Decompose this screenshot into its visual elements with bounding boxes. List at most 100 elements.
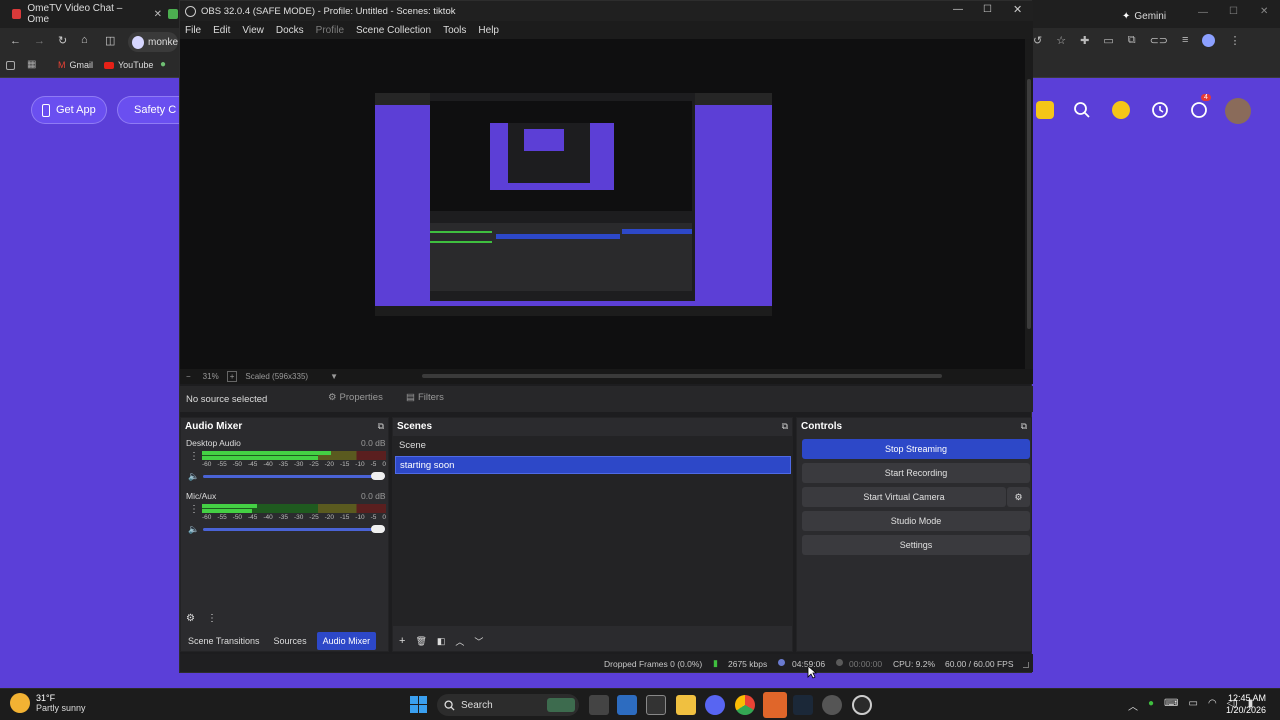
messages-icon[interactable]: 4 xyxy=(1187,94,1211,122)
wifi-icon[interactable]: ◠ xyxy=(1208,698,1217,713)
menu-edit[interactable]: Edit xyxy=(213,25,230,36)
zoom-out-icon[interactable]: − xyxy=(186,372,191,381)
browser-tab-ometv[interactable]: OmeTV Video Chat – Ome ✕ xyxy=(12,3,162,25)
search-icon[interactable] xyxy=(1070,98,1094,122)
maximize-browser-icon[interactable]: ☐ xyxy=(1229,6,1238,17)
translate-icon[interactable]: ⧉ xyxy=(1128,34,1136,47)
emoji-icon[interactable] xyxy=(1109,98,1133,122)
volume-slider[interactable] xyxy=(203,528,385,531)
bookmark-gmail[interactable]: M Gmail xyxy=(58,60,93,70)
store-icon[interactable] xyxy=(646,695,666,715)
menu-file[interactable]: File xyxy=(185,25,201,36)
tab-audio-mixer[interactable]: Audio Mixer xyxy=(316,631,377,650)
taskbar-search[interactable]: Search xyxy=(437,694,579,716)
menu-tools[interactable]: Tools xyxy=(443,25,466,36)
safety-center-button[interactable]: Safety C xyxy=(117,96,179,124)
bookmark-youtube[interactable]: YouTube xyxy=(104,60,153,70)
extensions-icon[interactable]: ✚ xyxy=(1080,34,1089,47)
weather-widget[interactable]: 31°F Partly sunny xyxy=(10,693,86,713)
settings-gear-icon[interactable] xyxy=(822,695,842,715)
mic-icon[interactable]: ● xyxy=(1148,698,1154,713)
history-icon[interactable]: ↺ xyxy=(1033,34,1042,47)
discord-icon[interactable] xyxy=(705,695,725,715)
task-view-icon[interactable] xyxy=(589,695,609,715)
tab-sources[interactable]: Sources xyxy=(268,632,313,650)
preview-vertical-scrollbar[interactable] xyxy=(1025,39,1033,369)
filters-button[interactable]: ▤ Filters xyxy=(406,392,444,403)
move-up-icon[interactable]: ︿ xyxy=(455,635,464,648)
bookmark-star-icon[interactable]: ☆ xyxy=(1056,34,1066,47)
tray-chevron-icon[interactable]: ︿ xyxy=(1128,698,1138,713)
clock[interactable]: 12:45 AM 1/20/2026 xyxy=(1226,692,1266,716)
obs-minimize-icon[interactable]: — xyxy=(953,4,963,15)
zoom-in-icon[interactable]: + xyxy=(226,371,238,382)
history-clock-icon[interactable] xyxy=(1148,98,1172,122)
coins-icon[interactable] xyxy=(1033,98,1057,122)
file-explorer-icon[interactable] xyxy=(676,695,696,715)
scrollbar-thumb[interactable] xyxy=(1027,79,1031,329)
scene-filter-icon[interactable]: ◧ xyxy=(437,636,446,647)
menu-docks[interactable]: Docks xyxy=(276,25,304,36)
volume-slider[interactable] xyxy=(203,475,385,478)
bookmark-maps-icon[interactable]: ● xyxy=(160,59,166,70)
minimize-browser-icon[interactable]: — xyxy=(1198,7,1208,18)
horizontal-scrollbar[interactable] xyxy=(422,374,942,378)
reload-icon[interactable]: ↻ xyxy=(58,34,67,47)
sidebar-toggle-icon[interactable] xyxy=(6,61,15,70)
scene-item[interactable]: Scene xyxy=(393,436,792,454)
scene-item-selected[interactable]: starting soon xyxy=(395,456,791,474)
forward-icon[interactable]: → xyxy=(34,35,45,47)
stop-streaming-button[interactable]: Stop Streaming xyxy=(802,439,1030,459)
menu-scene-collection[interactable]: Scene Collection xyxy=(356,25,431,36)
back-icon[interactable]: ← xyxy=(10,35,21,47)
reading-list-icon[interactable]: ≡ xyxy=(1182,34,1188,47)
steam-icon[interactable] xyxy=(793,695,813,715)
tab-scene-transitions[interactable]: Scene Transitions xyxy=(184,632,264,650)
zoom-dropdown-icon[interactable]: ▼ xyxy=(330,372,338,381)
channel-menu-icon[interactable]: ⋮ xyxy=(189,504,199,515)
start-button[interactable] xyxy=(410,696,427,713)
home-icon[interactable]: ⌂ xyxy=(81,34,88,46)
mixer-menu-icon[interactable]: ⋮ xyxy=(207,613,217,624)
properties-button[interactable]: ⚙ Properties xyxy=(328,392,383,403)
chrome-icon[interactable] xyxy=(735,695,755,715)
start-virtual-camera-button[interactable]: Start Virtual Camera xyxy=(802,487,1006,507)
gemini-button[interactable]: ✦ Gemini xyxy=(1122,6,1166,26)
channel-menu-icon[interactable]: ⋮ xyxy=(189,451,199,462)
outlook-icon[interactable] xyxy=(617,695,637,715)
resize-grip-icon[interactable] xyxy=(1023,662,1029,668)
studio-mode-button[interactable]: Studio Mode xyxy=(802,511,1030,531)
apps-grid-icon[interactable]: ▦ xyxy=(27,59,36,70)
menu-view[interactable]: View xyxy=(242,25,264,36)
card-icon[interactable]: ▭ xyxy=(1103,34,1113,47)
add-scene-icon[interactable]: + xyxy=(399,635,405,647)
obs-maximize-icon[interactable]: ☐ xyxy=(983,4,992,15)
close-browser-icon[interactable]: ✕ xyxy=(1260,6,1268,17)
address-bar[interactable]: monke xyxy=(128,32,178,52)
advanced-audio-icon[interactable]: ⚙ xyxy=(186,613,195,624)
dock-float-icon[interactable]: ⧉ xyxy=(1021,421,1027,432)
keyboard-icon[interactable]: ⌨ xyxy=(1164,698,1178,713)
virtual-camera-settings-icon[interactable]: ⚙ xyxy=(1007,487,1030,507)
move-down-icon[interactable]: ﹀ xyxy=(474,635,483,648)
obs-close-icon[interactable]: ✕ xyxy=(1013,3,1022,16)
get-app-button[interactable]: Get App xyxy=(31,96,107,124)
close-tab-icon[interactable]: ✕ xyxy=(154,9,162,20)
remove-scene-icon[interactable]: 🗑 xyxy=(415,636,426,647)
volume-slider-handle[interactable] xyxy=(371,525,385,533)
volume-slider-handle[interactable] xyxy=(371,472,385,480)
settings-button[interactable]: Settings xyxy=(802,535,1030,555)
display-icon[interactable]: ▭ xyxy=(1188,698,1197,713)
dock-float-icon[interactable]: ⧉ xyxy=(378,421,384,432)
app-orange-icon[interactable] xyxy=(763,692,787,718)
mute-speaker-icon[interactable]: 🔈 xyxy=(188,471,199,482)
split-view-icon[interactable]: ◫ xyxy=(105,34,115,47)
menu-help[interactable]: Help xyxy=(478,25,499,36)
link-icon[interactable]: ⊂⊃ xyxy=(1150,34,1168,47)
obs-taskbar-icon[interactable] xyxy=(852,695,872,715)
user-avatar[interactable] xyxy=(1225,98,1251,124)
start-recording-button[interactable]: Start Recording xyxy=(802,463,1030,483)
profile-avatar[interactable] xyxy=(1202,34,1216,47)
browser-menu-icon[interactable]: ⋮ xyxy=(1229,34,1240,47)
dock-float-icon[interactable]: ⧉ xyxy=(782,421,788,432)
